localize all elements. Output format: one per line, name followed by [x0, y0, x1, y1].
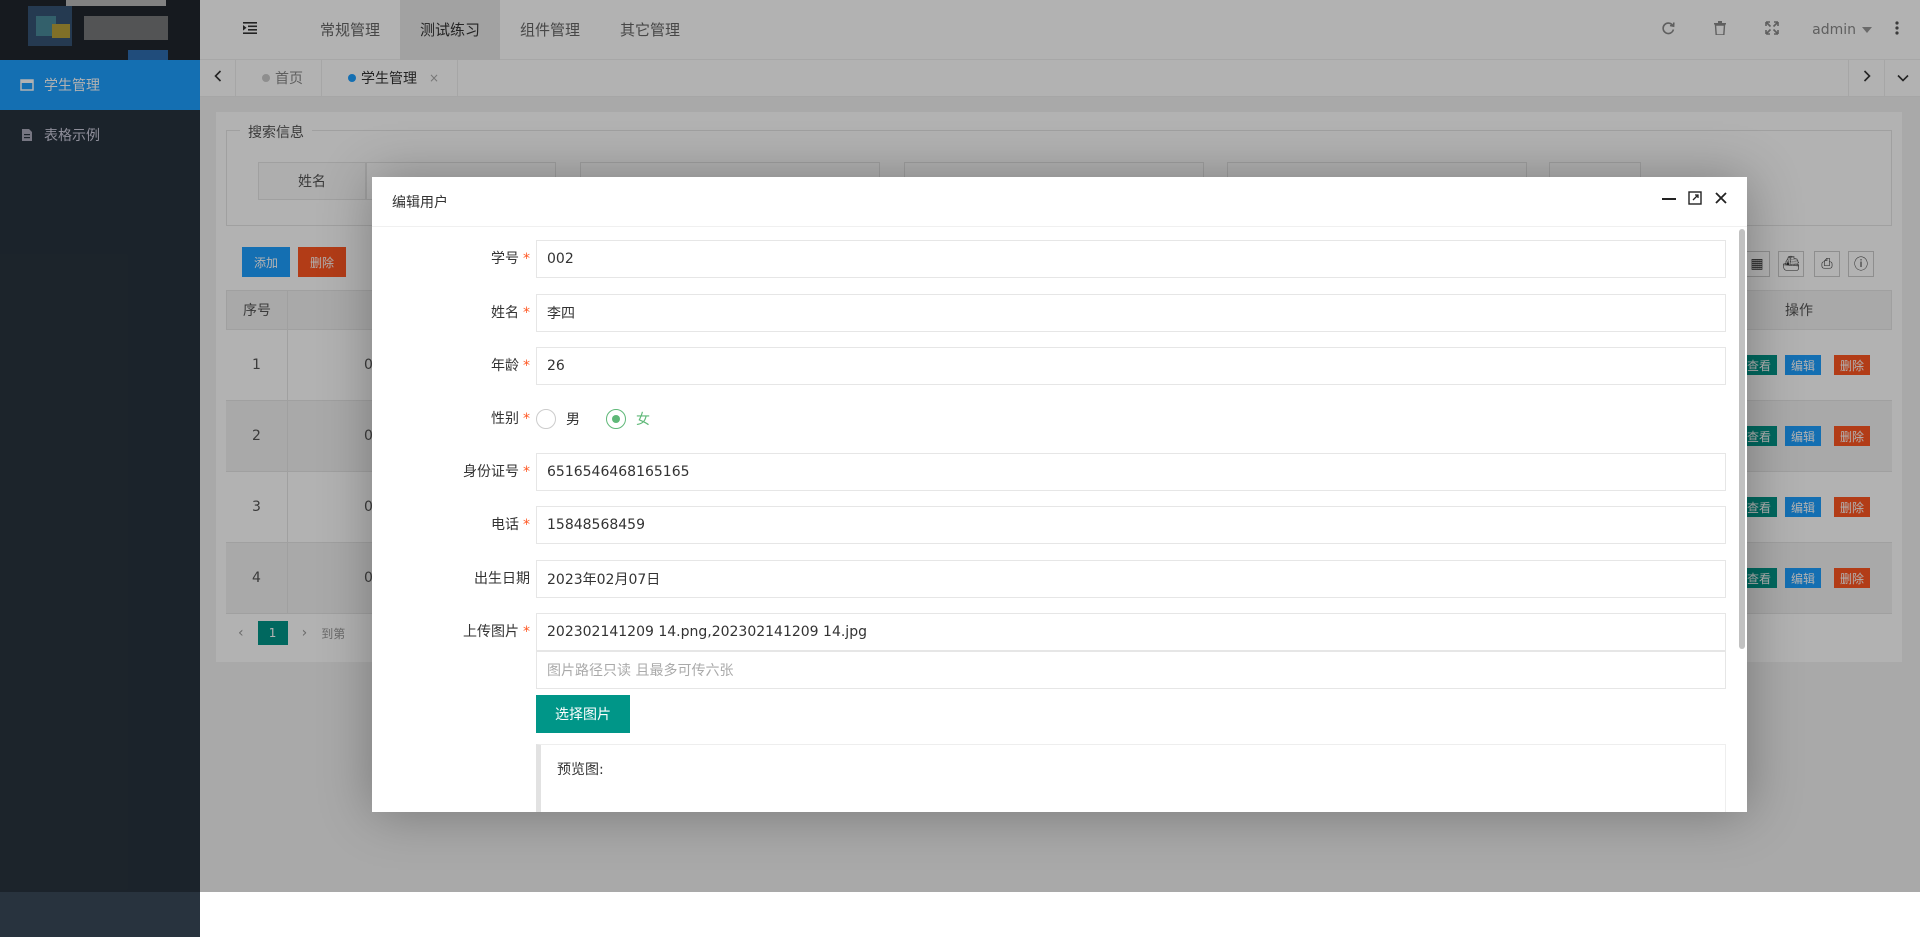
field-label: 上传图片 [463, 624, 519, 640]
maximize-button[interactable] [1687, 191, 1703, 209]
radio-circle [606, 409, 626, 429]
required-mark: * [523, 624, 530, 640]
minimize-button[interactable] [1661, 192, 1677, 208]
required-mark: * [523, 464, 530, 480]
student-no-input[interactable]: 002 [536, 240, 1726, 278]
close-button[interactable] [1713, 192, 1729, 208]
field-phone: 电话 * 15848568459 [372, 506, 1732, 544]
required-mark: * [523, 251, 530, 267]
field-label: 姓名 [491, 305, 519, 321]
modal-scrollbar[interactable] [1739, 229, 1745, 649]
close-icon [1714, 191, 1728, 209]
preview-block: 预览图: [536, 744, 1726, 812]
field-label: 出生日期 [474, 571, 530, 587]
field-age: 年龄 * 26 [372, 347, 1732, 385]
field-student-no: 学号 * 002 [372, 240, 1732, 278]
required-mark: * [523, 358, 530, 374]
upload-path-input[interactable]: 202302141209 14.png,202302141209 14.jpg [536, 613, 1726, 651]
required-mark: * [523, 411, 530, 427]
modal-title: 编辑用户 [372, 177, 1747, 227]
field-label: 性别 [491, 411, 519, 427]
birth-date-input[interactable]: 2023年02月07日 [536, 560, 1726, 598]
radio-label: 女 [636, 412, 650, 428]
field-upload-hint: 图片路径只读 且最多可传六张 [372, 651, 1732, 689]
preview-label: 预览图: [557, 762, 604, 778]
required-mark: * [523, 517, 530, 533]
select-image-button[interactable]: 选择图片 [536, 695, 630, 733]
required-mark: * [523, 305, 530, 321]
field-label: 身份证号 [463, 464, 519, 480]
field-label: 学号 [491, 251, 519, 267]
field-gender: 性别 * 男 女 [372, 400, 1732, 438]
field-upload: 上传图片 * 202302141209 14.png,202302141209 1… [372, 613, 1732, 651]
radio-label: 男 [566, 412, 580, 428]
minimize-icon [1662, 191, 1676, 209]
radio-circle [536, 409, 556, 429]
phone-input[interactable]: 15848568459 [536, 506, 1726, 544]
upload-hint-input[interactable]: 图片路径只读 且最多可传六张 [536, 651, 1726, 689]
gender-radio-male[interactable]: 男 [536, 409, 580, 429]
edit-user-modal: 编辑用户 学号 * 002 姓名 * 李四 年龄 * 26 性别 * 男 女 身… [372, 177, 1747, 812]
field-label: 年龄 [491, 358, 519, 374]
age-input[interactable]: 26 [536, 347, 1726, 385]
modal-body: 学号* 002 姓名* 李四 年龄* 26 性别* 男 女 身份证号* [372, 228, 1747, 812]
field-name: 姓名 * 李四 [372, 294, 1732, 332]
page-bottom [200, 892, 1920, 937]
id-card-input[interactable]: 6516546468165165 [536, 453, 1726, 491]
maximize-icon [1688, 191, 1702, 209]
gender-radio-female[interactable]: 女 [606, 409, 650, 429]
field-label: 电话 [491, 517, 519, 533]
field-birth: 出生日期 2023年02月07日 [372, 560, 1732, 598]
name-input[interactable]: 李四 [536, 294, 1726, 332]
field-id-card: 身份证号 * 6516546468165165 [372, 453, 1732, 491]
